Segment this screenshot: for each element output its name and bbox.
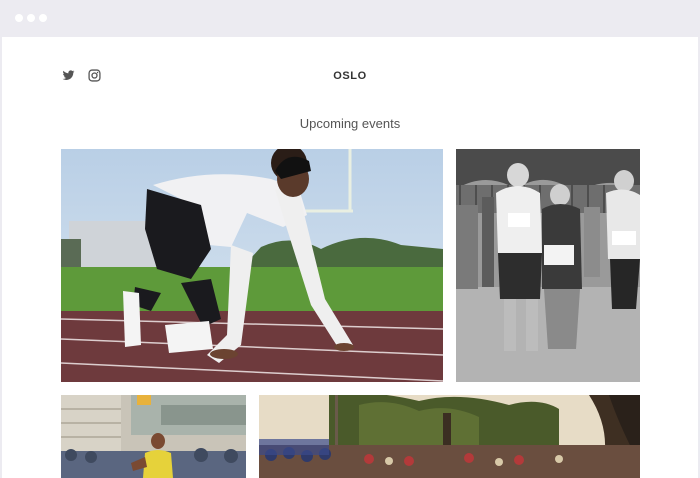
- street-runner-photo[interactable]: [61, 395, 246, 478]
- browser-chrome: [0, 0, 700, 37]
- window-dot-maximize[interactable]: [39, 14, 47, 22]
- section-title: Upcoming events: [299, 116, 401, 131]
- park-race-crowd-photo[interactable]: [259, 395, 640, 478]
- window-dot-minimize[interactable]: [27, 14, 35, 22]
- instagram-icon[interactable]: [88, 69, 101, 82]
- sprinter-on-track-photo[interactable]: [61, 149, 443, 382]
- twitter-icon[interactable]: [62, 69, 75, 82]
- marathon-runners-bw-photo[interactable]: [456, 149, 640, 382]
- window-dot-close[interactable]: [15, 14, 23, 22]
- site-logo[interactable]: OSLO: [300, 70, 400, 82]
- page-content: OSLO Upcoming events: [2, 37, 698, 478]
